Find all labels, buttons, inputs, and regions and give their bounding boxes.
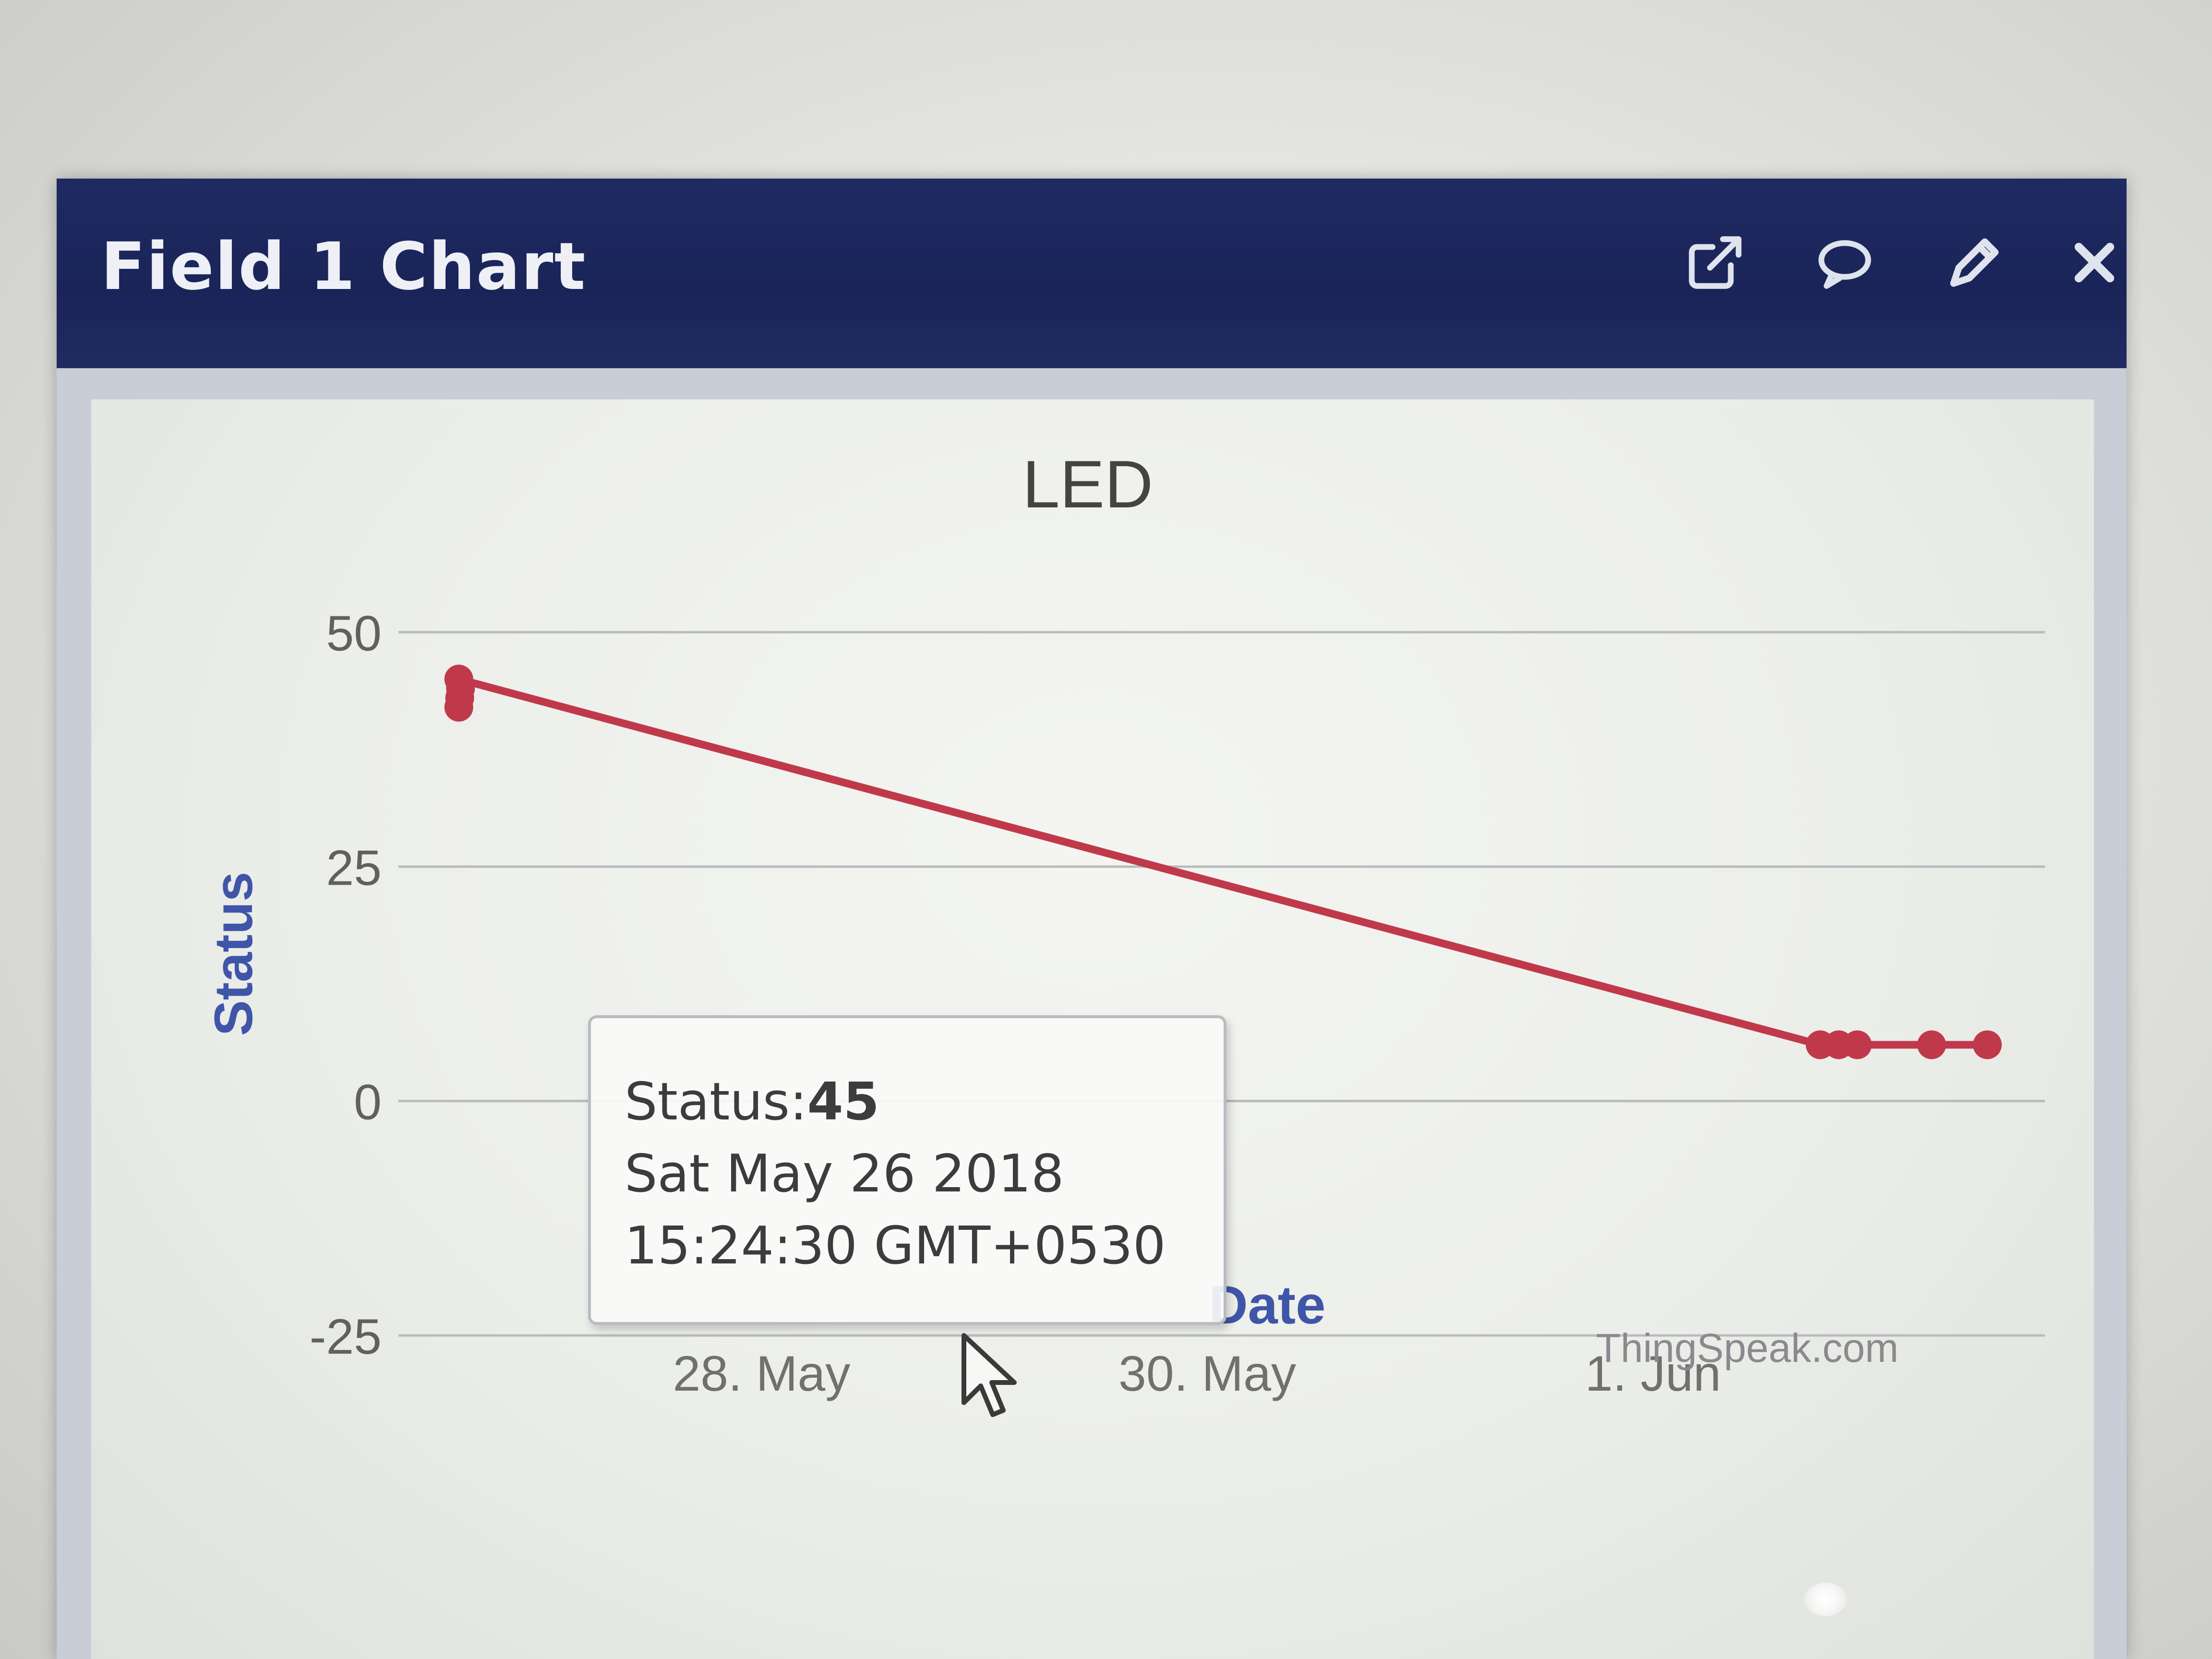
tooltip-value: 45 bbox=[807, 1072, 879, 1132]
chart-title: LED bbox=[1022, 446, 1153, 522]
data-point bbox=[1973, 1030, 2002, 1059]
data-point-tooltip: Status:45 Sat May 26 2018 15:24:30 GMT+0… bbox=[588, 1015, 1226, 1325]
mouse-cursor-icon bbox=[962, 1333, 1017, 1417]
y-tick-label: -25 bbox=[310, 1309, 382, 1365]
series-line bbox=[455, 675, 1991, 1049]
x-tick-label: 30. May bbox=[1118, 1346, 1296, 1402]
chart-panel: 50 25 0 -25 28. May 30. May 1. Jun LED Status … bbox=[91, 399, 2094, 1659]
tooltip-time: 15:24:30 GMT+0530 bbox=[625, 1216, 1166, 1276]
y-tick-label: 50 bbox=[326, 606, 382, 661]
tooltip-date: Sat May 26 2018 bbox=[625, 1144, 1064, 1204]
window-title: Field 1 Chart bbox=[101, 229, 587, 305]
external-link-icon[interactable] bbox=[1674, 222, 1756, 303]
x-tick-label: 28. May bbox=[673, 1346, 850, 1402]
x-axis-title: Date bbox=[1209, 1275, 1326, 1335]
tooltip-label: Status: bbox=[625, 1072, 807, 1132]
comment-icon[interactable] bbox=[1804, 222, 1886, 303]
tooltip-value-line: Status:45 bbox=[625, 1066, 1224, 1138]
pencil-icon[interactable] bbox=[1934, 222, 2015, 303]
chart-window: Field 1 Chart 50 25 0 -25 28. May 30. Ma… bbox=[57, 179, 2127, 1659]
window-titlebar: Field 1 Chart bbox=[57, 179, 2127, 368]
screen-glare bbox=[1804, 1583, 1847, 1616]
data-point bbox=[444, 664, 473, 694]
data-point bbox=[1843, 1030, 1872, 1059]
y-tick-label: 0 bbox=[354, 1075, 382, 1130]
thingspeak-credit-link[interactable]: ThingSpeak.com bbox=[1596, 1325, 1899, 1370]
y-axis-title: Status bbox=[204, 872, 264, 1036]
close-icon[interactable] bbox=[2054, 222, 2135, 303]
y-tick-label: 25 bbox=[326, 840, 382, 896]
data-point bbox=[1917, 1030, 1946, 1059]
